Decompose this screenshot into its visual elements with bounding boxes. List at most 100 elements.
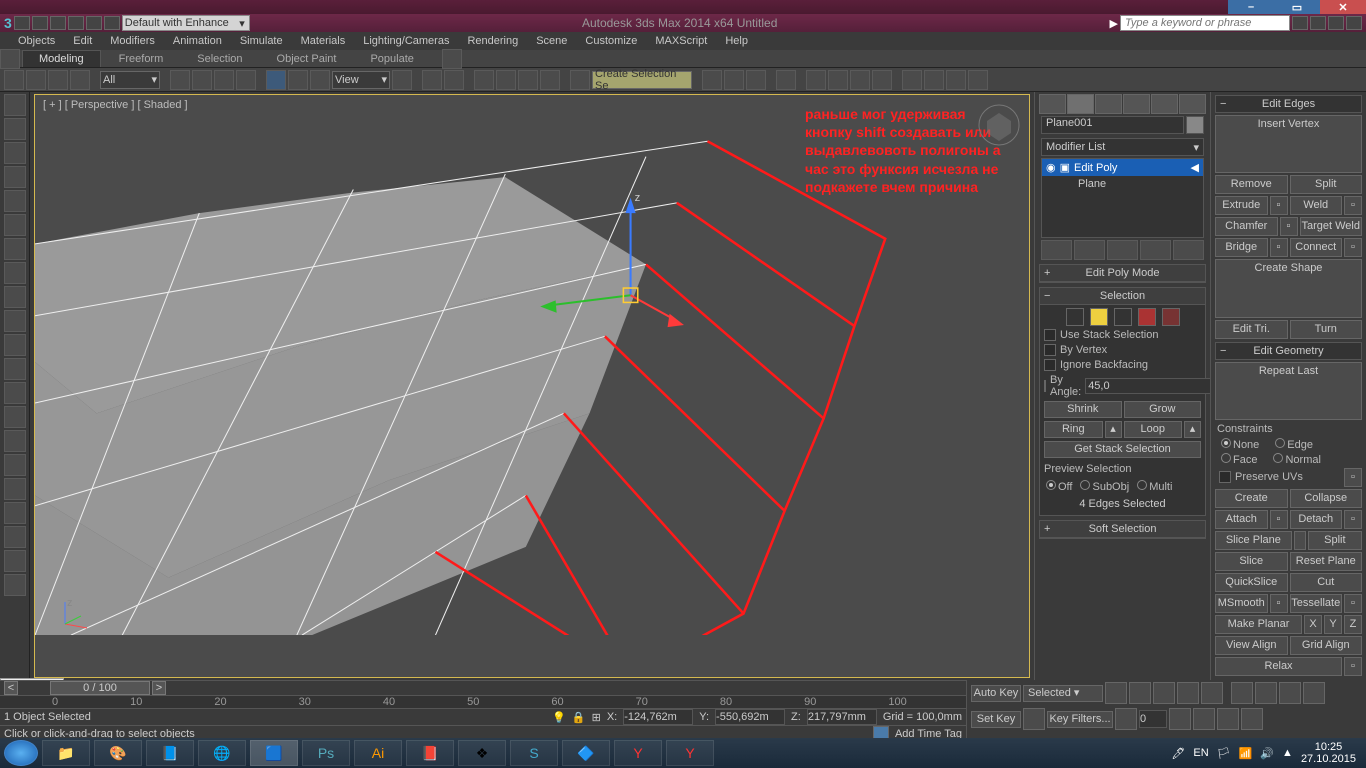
repeat-last-button[interactable]: Repeat Last — [1215, 362, 1362, 420]
multi-radio[interactable] — [1137, 480, 1147, 490]
lt-btn-13[interactable] — [4, 382, 26, 404]
by-angle-checkbox[interactable] — [1044, 380, 1046, 392]
attach-list[interactable]: ▫ — [1270, 510, 1288, 529]
head-edit-geometry[interactable]: −Edit Geometry — [1215, 342, 1362, 360]
unique-button[interactable] — [1107, 240, 1138, 260]
lt-btn-10[interactable] — [4, 310, 26, 332]
time-slider-thumb[interactable]: 0 / 100 — [50, 681, 150, 695]
show-end-button[interactable] — [1074, 240, 1105, 260]
pivot-button[interactable] — [392, 70, 412, 90]
set-key-button[interactable]: Set Key — [971, 711, 1021, 728]
stack-edit-poly[interactable]: ◉▣Edit Poly◀ — [1042, 159, 1203, 176]
lt-btn-19[interactable] — [4, 526, 26, 548]
remove-mod-button[interactable] — [1140, 240, 1171, 260]
lt-btn-5[interactable] — [4, 190, 26, 212]
rollout-edit-poly-mode[interactable]: +Edit Poly Mode — [1040, 265, 1205, 282]
qat-new-icon[interactable] — [14, 16, 30, 30]
msmooth-button[interactable]: MSmooth — [1215, 594, 1268, 613]
msmooth-settings[interactable]: ▫ — [1270, 594, 1288, 613]
slice-plane-button[interactable]: Slice Plane — [1215, 531, 1292, 550]
viewport[interactable]: z [ + ] [ Perspective ] [ Shaded ] раньш… — [30, 92, 1034, 680]
x-coord-input[interactable] — [623, 709, 693, 725]
polygon-subobj-icon[interactable] — [1138, 308, 1156, 326]
menu-objects[interactable]: Objects — [18, 35, 55, 47]
stack-plane[interactable]: Plane — [1042, 176, 1203, 192]
qat-link-icon[interactable] — [104, 16, 120, 30]
lt-btn-16[interactable] — [4, 454, 26, 476]
display-tab-icon[interactable] — [1151, 94, 1178, 114]
collapse-button[interactable]: Collapse — [1290, 489, 1363, 508]
utilities-tab-icon[interactable] — [1179, 94, 1206, 114]
next-frame-button[interactable] — [1177, 682, 1199, 704]
win-max-button[interactable]: ▭ — [1274, 0, 1320, 14]
chamfer-settings[interactable]: ▫ — [1280, 217, 1298, 236]
favorites-icon[interactable] — [1328, 16, 1344, 30]
edit-named-button[interactable] — [570, 70, 590, 90]
spinner-snap-button[interactable] — [540, 70, 560, 90]
bridge-settings[interactable]: ▫ — [1270, 238, 1288, 257]
nav-zoomext-button[interactable] — [1303, 682, 1325, 704]
abs-rel-icon[interactable]: ⊞ — [592, 711, 601, 724]
remove-button[interactable]: Remove — [1215, 175, 1288, 194]
config-sets-button[interactable] — [1173, 240, 1204, 260]
constraint-face-radio[interactable] — [1221, 453, 1231, 463]
filter-combo[interactable]: All▾ — [100, 71, 160, 89]
task-yandex[interactable]: Y — [614, 740, 662, 766]
chamfer-button[interactable]: Chamfer — [1215, 217, 1278, 236]
select-name-button[interactable] — [192, 70, 212, 90]
quickslice-button[interactable]: QuickSlice — [1215, 573, 1288, 592]
binoculars-icon[interactable] — [1292, 16, 1308, 30]
key-filter-combo[interactable]: Selected ▾ — [1023, 685, 1103, 702]
extrude-button[interactable]: Extrude — [1215, 196, 1268, 215]
split-check[interactable] — [1294, 531, 1306, 550]
motion-tab-icon[interactable] — [1123, 94, 1150, 114]
ring-spin[interactable]: ▴ — [1105, 421, 1122, 438]
tessellate-button[interactable]: Tessellate — [1290, 594, 1343, 613]
time-ruler[interactable]: 0102030405060708090100 — [0, 696, 966, 709]
percent-snap-button[interactable] — [518, 70, 538, 90]
planar-x[interactable]: X — [1304, 615, 1322, 634]
by-vertex-checkbox[interactable] — [1044, 344, 1056, 356]
off-radio[interactable] — [1046, 480, 1056, 490]
scale-button[interactable] — [310, 70, 330, 90]
grid-align-button[interactable]: Grid Align — [1290, 636, 1363, 655]
tessellate-settings[interactable]: ▫ — [1344, 594, 1362, 613]
target-weld-button[interactable]: Target Weld — [1300, 217, 1363, 236]
task-chrome[interactable]: 🌐 — [198, 740, 246, 766]
tab-selection[interactable]: Selection — [181, 51, 258, 67]
mirror-button[interactable] — [702, 70, 722, 90]
rotate-button[interactable] — [288, 70, 308, 90]
render-prod-button[interactable] — [902, 70, 922, 90]
connect-button[interactable]: Connect — [1290, 238, 1343, 257]
preserve-uv-checkbox[interactable] — [1219, 471, 1231, 483]
angle-snap-button[interactable] — [496, 70, 516, 90]
prev-frame-button[interactable] — [1129, 682, 1151, 704]
rect-region-button[interactable] — [214, 70, 234, 90]
planar-y[interactable]: Y — [1324, 615, 1342, 634]
move-button[interactable] — [266, 70, 286, 90]
insert-vertex-button[interactable]: Insert Vertex — [1215, 115, 1362, 173]
lt-btn-12[interactable] — [4, 358, 26, 380]
auto-key-button[interactable]: Auto Key — [971, 685, 1021, 702]
menu-modifiers[interactable]: Modifiers — [110, 35, 155, 47]
nav-walk-button[interactable] — [1217, 708, 1239, 730]
help-icon[interactable] — [1346, 16, 1362, 30]
rollout-selection[interactable]: −Selection — [1040, 288, 1205, 305]
tab-modeling[interactable]: Modeling — [22, 50, 101, 67]
ring-button[interactable]: Ring — [1044, 421, 1103, 438]
select-object-button[interactable] — [170, 70, 190, 90]
modifier-stack[interactable]: ◉▣Edit Poly◀ Plane — [1041, 158, 1204, 238]
snap-toggle-button[interactable] — [474, 70, 494, 90]
redo-button[interactable] — [26, 70, 46, 90]
nav-maxview-button[interactable] — [1241, 708, 1263, 730]
constraint-normal-radio[interactable] — [1273, 453, 1283, 463]
nav-orbit-button[interactable] — [1169, 708, 1191, 730]
bridge-button[interactable]: Bridge — [1215, 238, 1268, 257]
loop-button[interactable]: Loop — [1124, 421, 1183, 438]
task-photoshop[interactable]: Ps — [302, 740, 350, 766]
connect-settings[interactable]: ▫ — [1344, 238, 1362, 257]
task-explorer[interactable]: 📁 — [42, 740, 90, 766]
make-planar-button[interactable]: Make Planar — [1215, 615, 1302, 634]
start-button[interactable] — [4, 740, 38, 766]
create-tab-icon[interactable] — [1039, 94, 1066, 114]
